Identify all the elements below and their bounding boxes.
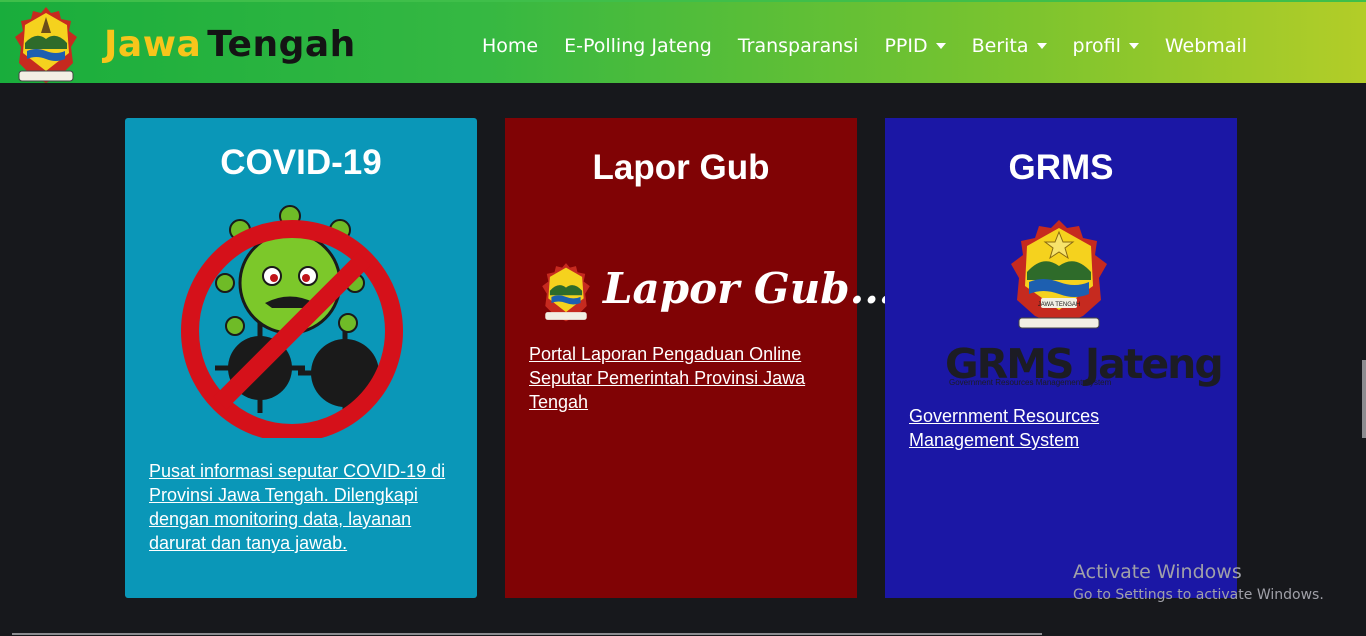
brand-part-tengah: Tengah — [207, 24, 356, 65]
brand-part-jawa: Jawa — [104, 24, 202, 65]
nav-transparansi-label: Transparansi — [737, 35, 859, 57]
nav-transparansi[interactable]: Transparansi — [738, 35, 859, 57]
vertical-scrollbar[interactable] — [1362, 360, 1366, 438]
grms-card: GRMS JAWA TENGAH GRMS Jateng Government … — [885, 118, 1237, 598]
nav-home-label: Home — [482, 35, 539, 57]
nav-e-polling[interactable]: E-Polling Jateng — [564, 35, 712, 57]
horizontal-scrollbar[interactable] — [12, 633, 1042, 635]
nav-e-polling-label: E-Polling Jateng — [564, 35, 712, 57]
brand-title[interactable]: Jawa Tengah — [104, 24, 356, 65]
lapor-gub-logo-text: Lapor Gub..! — [603, 264, 898, 313]
activate-subtitle: Go to Settings to activate Windows. — [1073, 587, 1324, 603]
grms-link[interactable]: Government Resources Management System — [909, 404, 1189, 452]
nav-ppid-dropdown[interactable]: PPID — [884, 35, 946, 57]
nav-home[interactable]: Home — [482, 35, 538, 57]
covid-info-link[interactable]: Pusat informasi seputar COVID-19 di Prov… — [149, 459, 454, 555]
top-navbar: Jawa Tengah Home E-Polling Jateng Transpa… — [0, 0, 1366, 83]
nav-profil-dropdown[interactable]: profil — [1073, 35, 1139, 57]
lapor-gub-card: Lapor Gub Lapor Gub..! Portal Laporan Pe… — [505, 118, 897, 598]
nav-webmail-label: Webmail — [1164, 35, 1247, 57]
windows-activation-watermark: Activate Windows Go to Settings to activ… — [1073, 561, 1324, 603]
nav-ppid-label: PPID — [884, 35, 928, 57]
activate-title: Activate Windows — [1073, 561, 1242, 583]
jawa-tengah-crest-icon — [542, 263, 590, 322]
caret-down-icon — [1036, 43, 1047, 49]
main-menu: Home E-Polling Jateng Transparansi PPID … — [482, 35, 1273, 57]
covid-card: COVID-19 Pusat informasi seputar COVID-1… — [125, 118, 477, 598]
nav-berita-label: Berita — [971, 35, 1029, 57]
lapor-gub-card-title: Lapor Gub — [592, 148, 770, 187]
caret-down-icon — [935, 43, 946, 49]
jawa-tengah-crest-icon[interactable] — [11, 3, 81, 89]
jawa-tengah-crest-icon: JAWA TENGAH — [1011, 220, 1107, 329]
crest-banner-text: JAWA TENGAH — [1038, 302, 1080, 308]
covid-card-title: COVID-19 — [220, 143, 382, 182]
caret-down-icon — [1128, 43, 1139, 49]
nav-berita-dropdown[interactable]: Berita — [972, 35, 1047, 57]
grms-card-title: GRMS — [1008, 148, 1114, 187]
nav-profil-label: profil — [1072, 35, 1121, 57]
virus-prohibited-icon — [181, 205, 403, 438]
lapor-gub-link[interactable]: Portal Laporan Pengaduan Online Seputar … — [529, 342, 829, 414]
grms-logo-subtext: Government Resources Management System — [949, 378, 1112, 387]
nav-webmail[interactable]: Webmail — [1165, 35, 1247, 57]
